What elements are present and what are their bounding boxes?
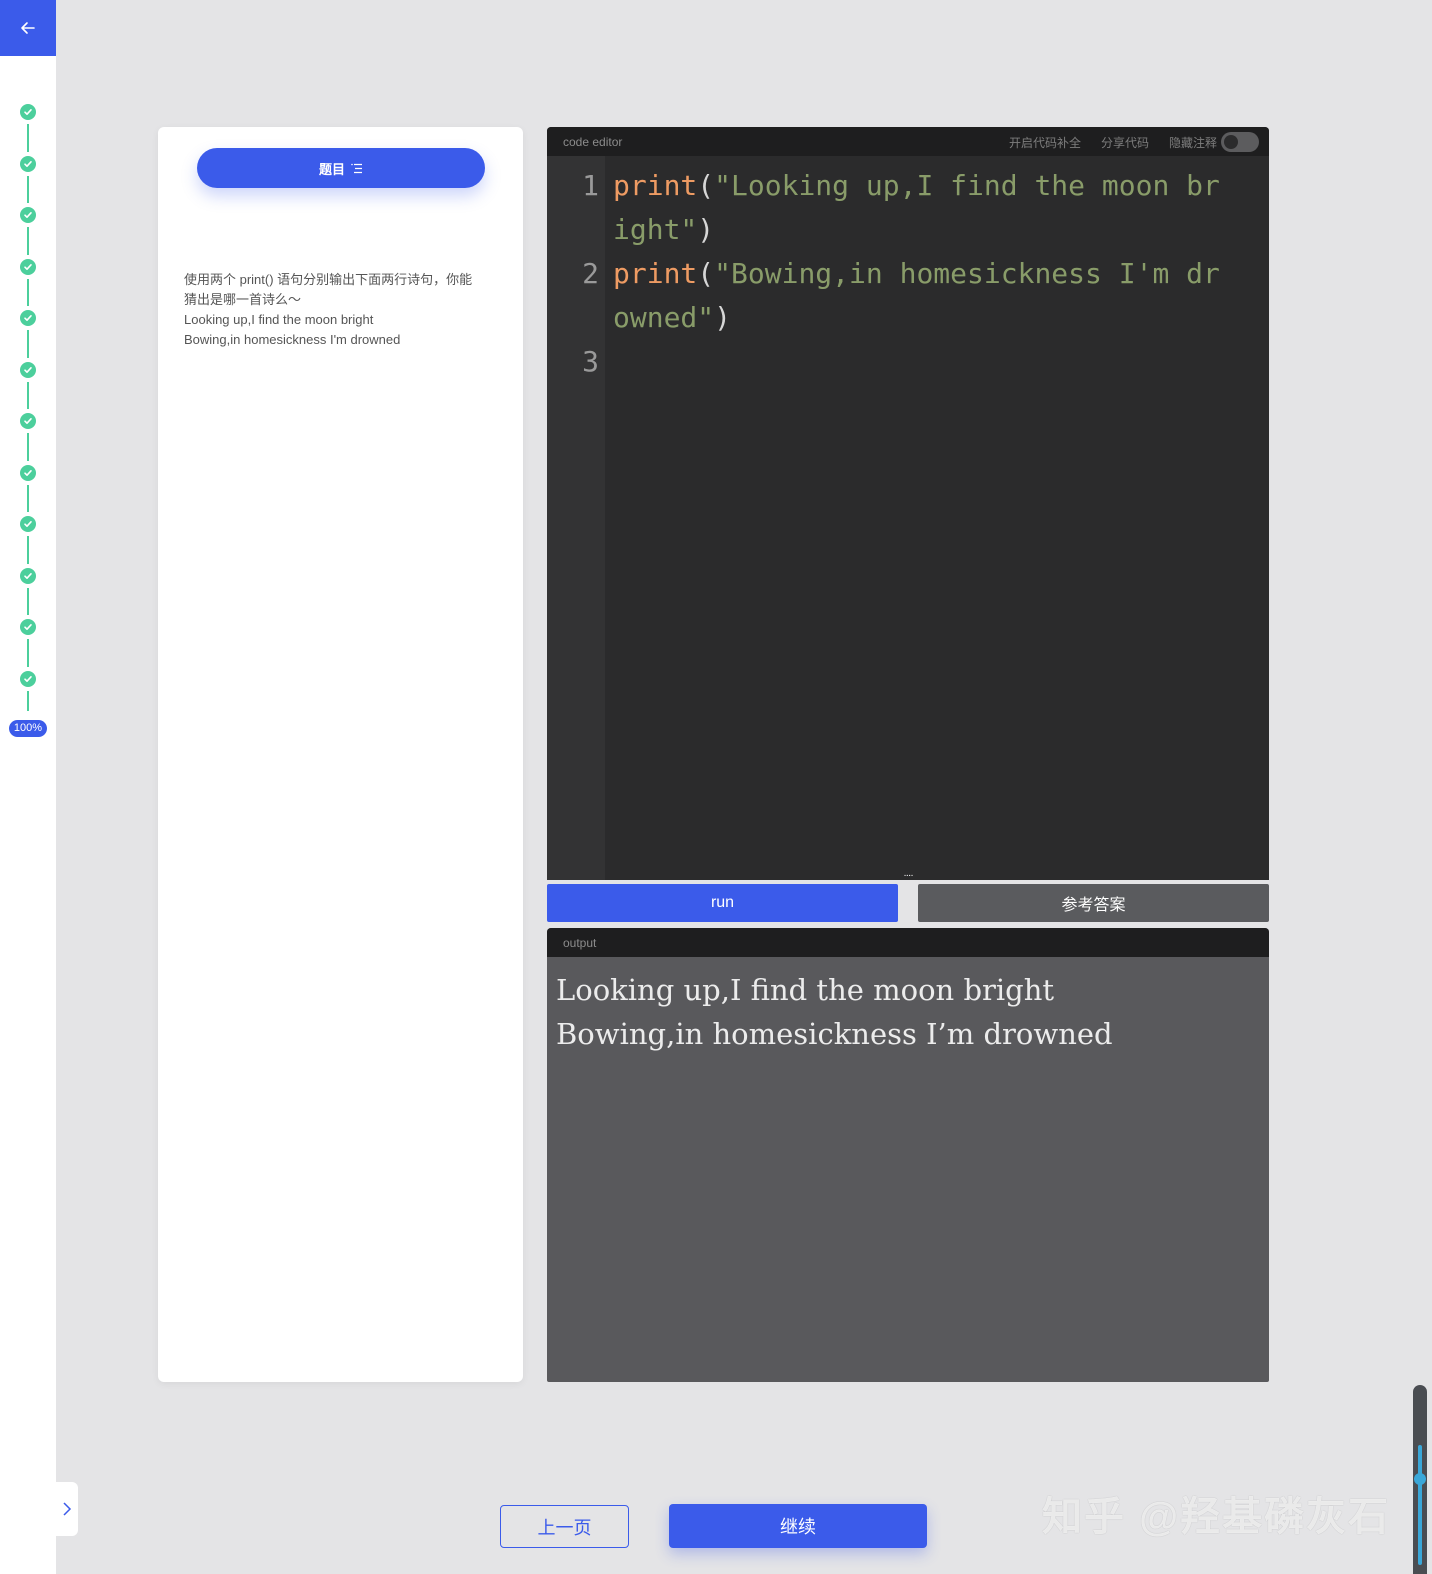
code-punct: )	[714, 301, 732, 334]
previous-page-button[interactable]: 上一页	[500, 1505, 629, 1548]
step-complete-indicator[interactable]	[20, 464, 36, 481]
list-icon	[351, 163, 362, 173]
step-complete-indicator[interactable]	[20, 361, 36, 378]
share-code-link[interactable]: 分享代码	[1101, 134, 1149, 151]
output-title: output	[563, 936, 597, 950]
left-rail: 100%	[0, 0, 56, 1574]
code-string: "Bowing,in homesickness I'm dr	[714, 257, 1220, 290]
step-connector	[27, 175, 29, 203]
run-button[interactable]: run	[547, 884, 898, 922]
editor-actions: 开启代码补全 分享代码 隐藏注释	[1009, 132, 1259, 152]
step-connector	[27, 484, 29, 512]
back-button[interactable]	[0, 0, 56, 56]
check-icon	[24, 624, 32, 630]
autocomplete-toggle-link[interactable]: 开启代码补全	[1009, 134, 1081, 151]
output-text: Looking up,I find the moon bright Bowing…	[556, 968, 1113, 1056]
reference-answer-button[interactable]: 参考答案	[918, 884, 1269, 922]
step-connector	[27, 690, 29, 711]
code-punct: (	[697, 257, 715, 290]
question-title-label: 题目	[318, 161, 345, 177]
editor-resize-handle[interactable]: ····	[898, 870, 918, 881]
check-icon	[24, 315, 32, 321]
check-icon	[24, 263, 32, 270]
step-complete-indicator[interactable]	[20, 155, 36, 172]
question-text: 使用两个 print() 语句分别输出下面两行诗句，你能 猜出是哪一首诗么～ L…	[184, 270, 502, 350]
check-icon	[24, 212, 32, 218]
check-icon	[24, 418, 32, 424]
editor-header: code editor 开启代码补全 分享代码 隐藏注释	[547, 127, 1269, 156]
watermark: 知乎 @羟基磷灰石	[1042, 1495, 1391, 1539]
editor-title: code editor	[563, 135, 623, 149]
question-panel: 题目 使用两个 print() 语句分别输出下面两行诗句，你能 猜出是哪一首诗么…	[158, 127, 523, 1382]
step-complete-indicator[interactable]	[20, 619, 36, 635]
arrow-left-icon	[21, 22, 35, 34]
code-line: print("Looking up,I find the moon br	[613, 164, 1220, 208]
code-line-wrap: ight")	[613, 208, 714, 252]
output-line: Bowing,in homesickness I’m drowned	[556, 1017, 1113, 1051]
chevron-right-icon	[63, 1502, 72, 1516]
expand-sidebar-button[interactable]	[56, 1482, 78, 1536]
step-complete-indicator[interactable]	[20, 567, 36, 584]
resize-handle-dots: ····	[903, 870, 913, 881]
slider-track	[1418, 1445, 1422, 1565]
step-connector	[27, 639, 29, 667]
step-complete-indicator[interactable]	[20, 207, 36, 223]
step-connector	[27, 278, 29, 306]
code-editor[interactable]: code editor 开启代码补全 分享代码 隐藏注释 1 2 3 print…	[547, 127, 1269, 880]
hide-comments-control: 隐藏注释	[1169, 132, 1259, 152]
step-connector	[27, 587, 29, 615]
output-line: Looking up,I find the moon bright	[556, 973, 1055, 1007]
question-line: 使用两个 print() 语句分别输出下面两行诗句，你能	[184, 272, 473, 287]
code-keyword: print	[613, 169, 698, 202]
step-connector	[27, 381, 29, 409]
side-slider[interactable]	[1413, 1385, 1427, 1574]
step-complete-indicator[interactable]	[20, 310, 36, 326]
check-icon	[24, 675, 32, 682]
progress-badge: 100%	[9, 720, 47, 737]
step-connector	[27, 227, 29, 255]
question-line: Bowing,in homesickness I'm drowned	[184, 332, 401, 347]
step-connector	[27, 330, 29, 358]
code-text-area[interactable]: print("Looking up,I find the moon br igh…	[605, 156, 1269, 880]
code-string: owned"	[613, 301, 715, 334]
toggle-knob	[1224, 135, 1238, 149]
step-complete-indicator[interactable]	[20, 413, 36, 429]
check-icon	[24, 521, 32, 527]
check-icon	[24, 109, 32, 115]
step-complete-indicator[interactable]	[20, 104, 36, 120]
code-punct: (	[697, 169, 715, 202]
question-line: 猜出是哪一首诗么～	[184, 292, 302, 307]
step-complete-indicator[interactable]	[20, 258, 36, 275]
step-connector	[27, 433, 29, 461]
code-line: print("Bowing,in homesickness I'm dr	[613, 252, 1220, 296]
output-panel: output Looking up,I find the moon bright…	[547, 928, 1269, 1382]
question-title-button[interactable]: 题目	[197, 148, 485, 188]
check-icon	[24, 572, 32, 579]
step-complete-indicator[interactable]	[20, 516, 36, 532]
check-icon	[24, 469, 32, 476]
continue-button[interactable]: 继续	[669, 1504, 927, 1548]
check-icon	[24, 160, 32, 167]
step-complete-indicator[interactable]	[20, 670, 36, 687]
code-keyword: print	[613, 257, 698, 290]
hide-comments-toggle[interactable]	[1221, 132, 1259, 152]
code-line-wrap: owned")	[613, 296, 731, 340]
code-punct: )	[697, 213, 715, 246]
code-string: "Looking up,I find the moon br	[714, 169, 1220, 202]
line-number-gutter: 1 2 3	[547, 156, 605, 880]
question-line: Looking up,I find the moon bright	[184, 312, 374, 327]
slider-thumb[interactable]	[1414, 1473, 1426, 1485]
code-string: ight"	[613, 213, 698, 246]
line-number: 3	[582, 345, 599, 378]
line-number: 1	[582, 169, 599, 202]
step-connector	[27, 536, 29, 564]
line-number: 2	[582, 257, 599, 290]
output-header: output	[547, 928, 1269, 957]
step-connector	[27, 124, 29, 152]
hide-comments-label: 隐藏注释	[1168, 135, 1217, 150]
check-icon	[24, 366, 32, 373]
